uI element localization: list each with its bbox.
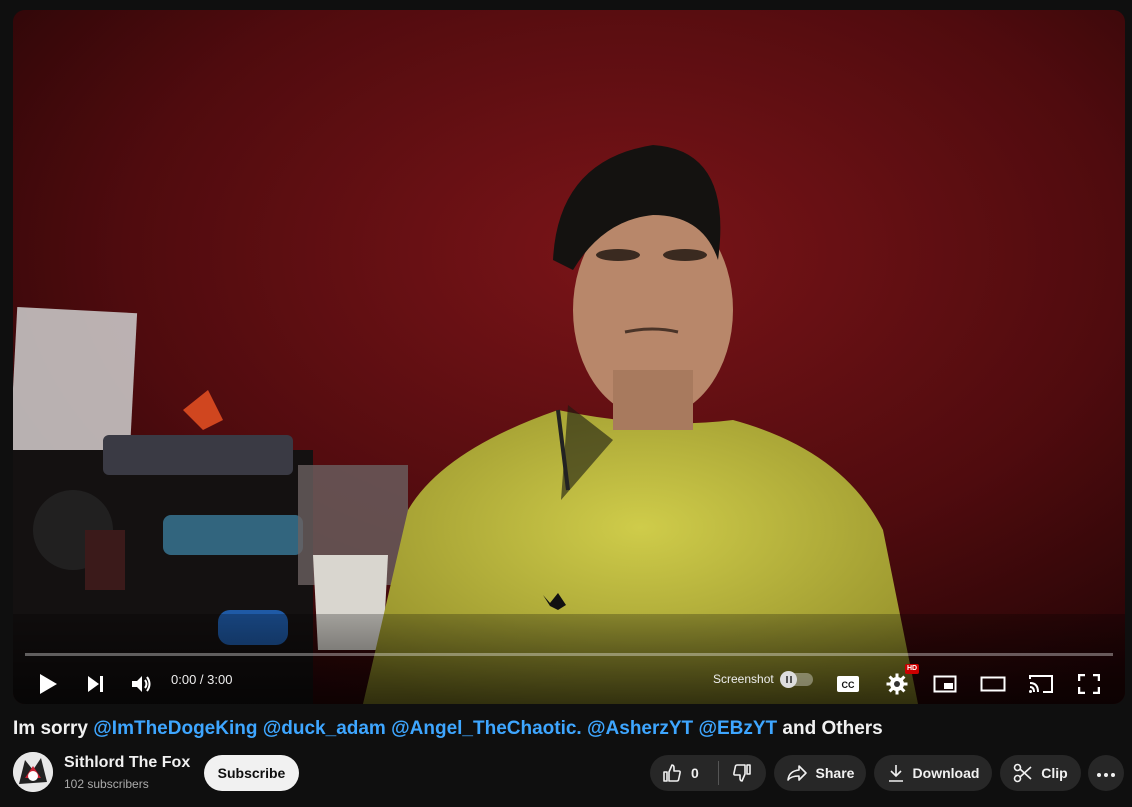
clip-button[interactable]: Clip bbox=[1000, 755, 1081, 791]
miniplayer-icon bbox=[933, 675, 957, 693]
play-button[interactable] bbox=[33, 666, 63, 702]
scissors-icon bbox=[1013, 763, 1033, 783]
fullscreen-button[interactable] bbox=[1074, 666, 1104, 702]
subscriber-count: 102 subscribers bbox=[64, 777, 149, 791]
fullscreen-icon bbox=[1078, 674, 1100, 694]
share-label: Share bbox=[815, 765, 855, 781]
mention-link[interactable]: @duck_adam bbox=[263, 718, 386, 739]
cast-button[interactable] bbox=[1026, 666, 1056, 702]
thumbs-down-icon bbox=[732, 763, 752, 783]
title-prefix: Im sorry bbox=[13, 718, 94, 739]
like-count: 0 bbox=[691, 765, 699, 781]
more-actions-button[interactable] bbox=[1088, 755, 1124, 791]
share-button[interactable]: Share bbox=[774, 755, 866, 791]
volume-button[interactable] bbox=[127, 666, 157, 702]
share-icon bbox=[786, 764, 808, 782]
screenshot-label: Screenshot bbox=[713, 672, 774, 686]
time-display: 0:00 / 3:00 bbox=[171, 672, 233, 687]
miniplayer-button[interactable] bbox=[930, 666, 960, 702]
channel-avatar[interactable] bbox=[13, 752, 53, 792]
more-icon bbox=[1097, 764, 1115, 782]
like-button[interactable]: 0 bbox=[650, 755, 718, 791]
thumbs-up-icon bbox=[662, 763, 682, 783]
mention-link[interactable]: @EBzYT bbox=[698, 718, 777, 739]
svg-text:CC: CC bbox=[842, 680, 855, 690]
clip-label: Clip bbox=[1041, 765, 1068, 781]
download-icon bbox=[887, 764, 905, 782]
toggle-knob bbox=[780, 671, 797, 688]
theater-icon bbox=[980, 676, 1006, 692]
hd-badge: HD bbox=[905, 664, 920, 674]
next-icon bbox=[86, 675, 106, 693]
like-dislike-group: 0 bbox=[650, 755, 766, 791]
mention-link[interactable]: @AsherzYT bbox=[587, 718, 693, 739]
video-player[interactable]: 0:00 / 3:00 Screenshot CC HD bbox=[13, 10, 1125, 704]
dislike-button[interactable] bbox=[719, 755, 766, 791]
video-title: Im sorry @ImTheDogeKing @duck_adam @Ange… bbox=[13, 718, 883, 740]
download-label: Download bbox=[912, 765, 980, 781]
subscribe-button[interactable]: Subscribe bbox=[204, 755, 299, 791]
title-suffix: and Others bbox=[777, 718, 883, 739]
cast-icon bbox=[1028, 674, 1054, 694]
screenshot-toggle[interactable] bbox=[780, 671, 813, 688]
download-button[interactable]: Download bbox=[874, 755, 992, 791]
progress-bar[interactable] bbox=[25, 653, 1113, 656]
settings-icon bbox=[886, 673, 908, 695]
mention-link[interactable]: @Angel_TheChaotic. bbox=[391, 718, 582, 739]
volume-icon bbox=[131, 674, 153, 694]
captions-button[interactable]: CC bbox=[833, 666, 863, 702]
next-button[interactable] bbox=[81, 666, 111, 702]
mention-link[interactable]: @ImTheDogeKing bbox=[93, 718, 257, 739]
theater-button[interactable] bbox=[978, 666, 1008, 702]
cc-icon: CC bbox=[836, 675, 860, 693]
video-frame[interactable] bbox=[13, 10, 1125, 704]
play-icon bbox=[38, 673, 58, 695]
channel-name[interactable]: Sithlord The Fox bbox=[64, 754, 190, 772]
